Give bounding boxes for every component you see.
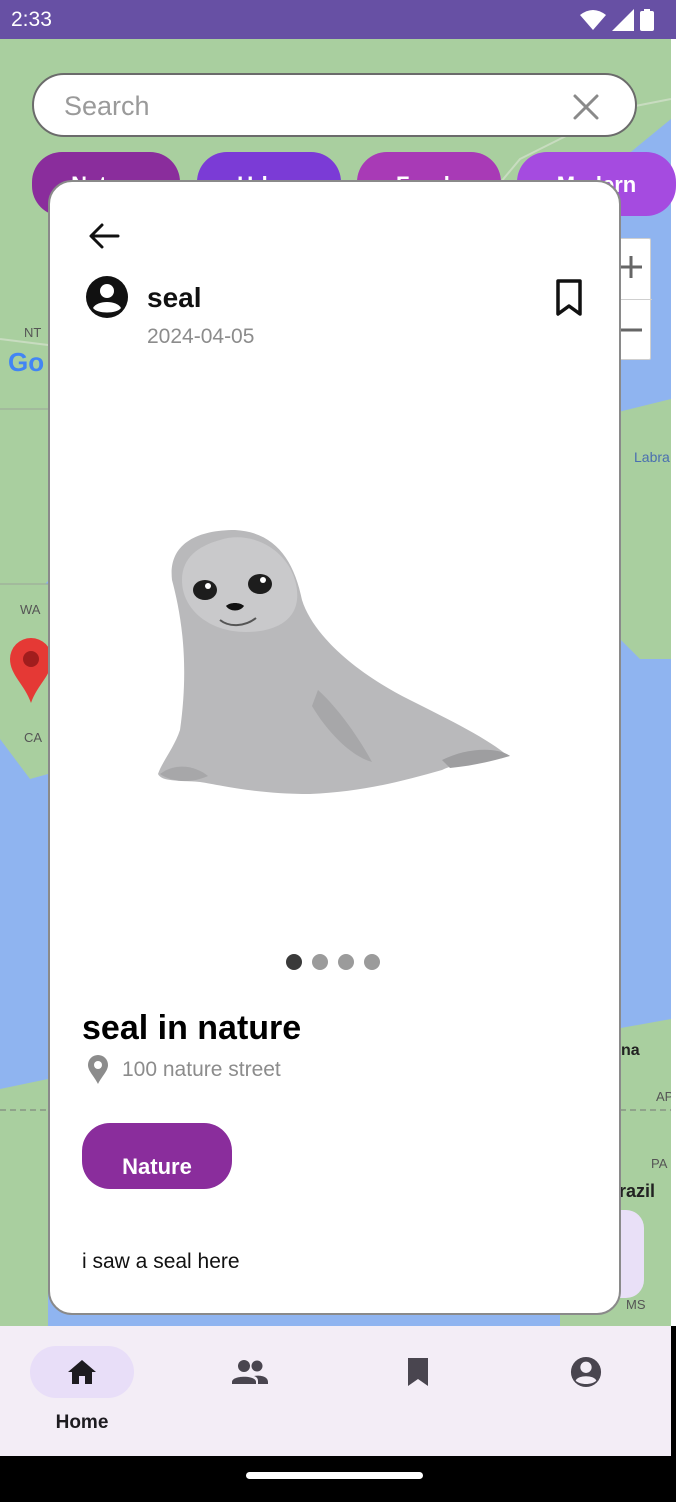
bottom-navigation: Home [0,1326,671,1456]
group-icon [232,1360,268,1384]
wifi-icon [580,10,606,30]
nav-friends[interactable] [198,1346,302,1436]
avatar[interactable] [85,275,129,319]
pager-dot[interactable] [364,954,380,970]
close-icon[interactable] [571,92,601,122]
status-bar: 2:33 [0,0,676,39]
bookmark-icon[interactable] [552,278,586,318]
bookmark-icon [408,1358,428,1386]
image-pager-dots[interactable] [286,954,380,970]
account-icon [570,1356,602,1388]
post-title: seal in nature [82,1009,302,1047]
tag-chip-nature[interactable]: Nature [82,1123,232,1189]
zoom-out-icon[interactable] [618,317,644,343]
nav-home-label: Home [55,1412,109,1433]
post-date: 2024-04-05 [147,325,255,348]
post-image[interactable] [50,370,619,942]
location-pin-icon [88,1055,108,1084]
map-label-brazil: razil [619,1181,656,1201]
map-label-nt: NT [24,325,42,340]
zoom-in-icon[interactable] [618,254,644,280]
seal-image [158,530,510,794]
map-label-labrador: Labra [634,449,670,465]
home-icon [68,1360,96,1384]
map-label-pa: PA [651,1156,668,1171]
pager-dot[interactable] [312,954,328,970]
pager-dot[interactable] [338,954,354,970]
nav-saved[interactable] [366,1346,470,1436]
post-detail-card: seal 2024-04-05 seal in nature 100 natur… [48,180,621,1315]
home-gesture-handle[interactable] [246,1472,423,1479]
map-label-na: na [621,1042,640,1059]
screen-edge [671,39,676,1326]
post-author[interactable]: seal [147,282,202,314]
cellular-signal-icon [612,9,634,31]
map-label-ca: CA [24,730,43,745]
map-label-ap: AP [656,1089,671,1104]
nav-profile[interactable] [534,1346,638,1436]
battery-icon [640,9,654,31]
post-description: i saw a seal here [82,1250,240,1273]
status-icons [580,9,654,31]
google-logo: Go [8,347,45,377]
pager-dot[interactable] [286,954,302,970]
system-navigation-bar [0,1456,676,1502]
nav-home[interactable]: Home [30,1346,134,1436]
back-arrow-icon[interactable] [84,216,124,256]
map-label-ms: MS [626,1297,646,1312]
search-input[interactable] [64,89,544,123]
map-label-wa: WA [20,602,41,617]
search-bar [32,73,637,137]
post-address: 100 nature street [122,1058,281,1081]
status-time: 2:33 [11,8,52,31]
